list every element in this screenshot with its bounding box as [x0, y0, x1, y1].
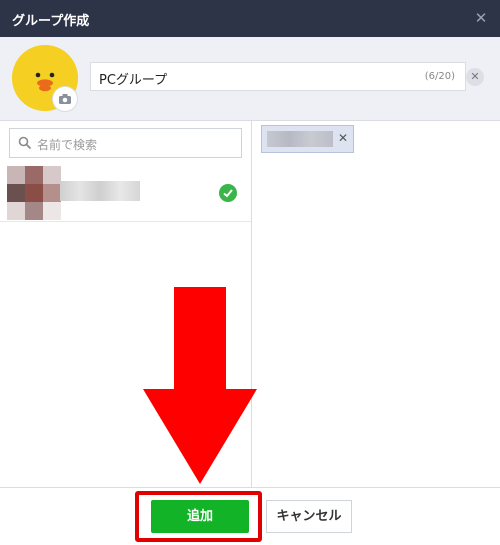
friend-list-item[interactable] [0, 166, 251, 222]
check-icon[interactable] [219, 184, 237, 202]
group-name-field[interactable]: PCグループ (6/20) [90, 62, 466, 91]
clear-icon[interactable]: ✕ [466, 68, 484, 86]
member-name-redacted [267, 131, 333, 147]
down-arrow-icon [143, 287, 257, 488]
friend-avatar [7, 166, 61, 220]
footer: 追加 キャンセル [0, 487, 500, 545]
window-title: グループ作成 [12, 14, 90, 29]
search-icon [18, 135, 32, 154]
search-input[interactable]: 名前で検索 [9, 128, 242, 158]
remove-icon[interactable]: ✕ [338, 131, 348, 145]
selected-member-chip: ✕ [261, 125, 354, 153]
name-char-count: (6/20) [424, 71, 455, 82]
close-icon[interactable]: ✕ [472, 9, 490, 27]
cancel-button[interactable]: キャンセル [266, 500, 352, 533]
add-button[interactable]: 追加 [151, 500, 249, 533]
title-bar: グループ作成 ✕ [0, 0, 500, 37]
selected-members-pane: ✕ [252, 121, 500, 487]
search-placeholder: 名前で検索 [37, 138, 98, 152]
camera-icon[interactable] [52, 86, 78, 112]
group-name-value: PCグループ [99, 73, 168, 88]
friend-name-redacted [60, 181, 140, 201]
group-header: PCグループ (6/20) ✕ [0, 37, 500, 121]
